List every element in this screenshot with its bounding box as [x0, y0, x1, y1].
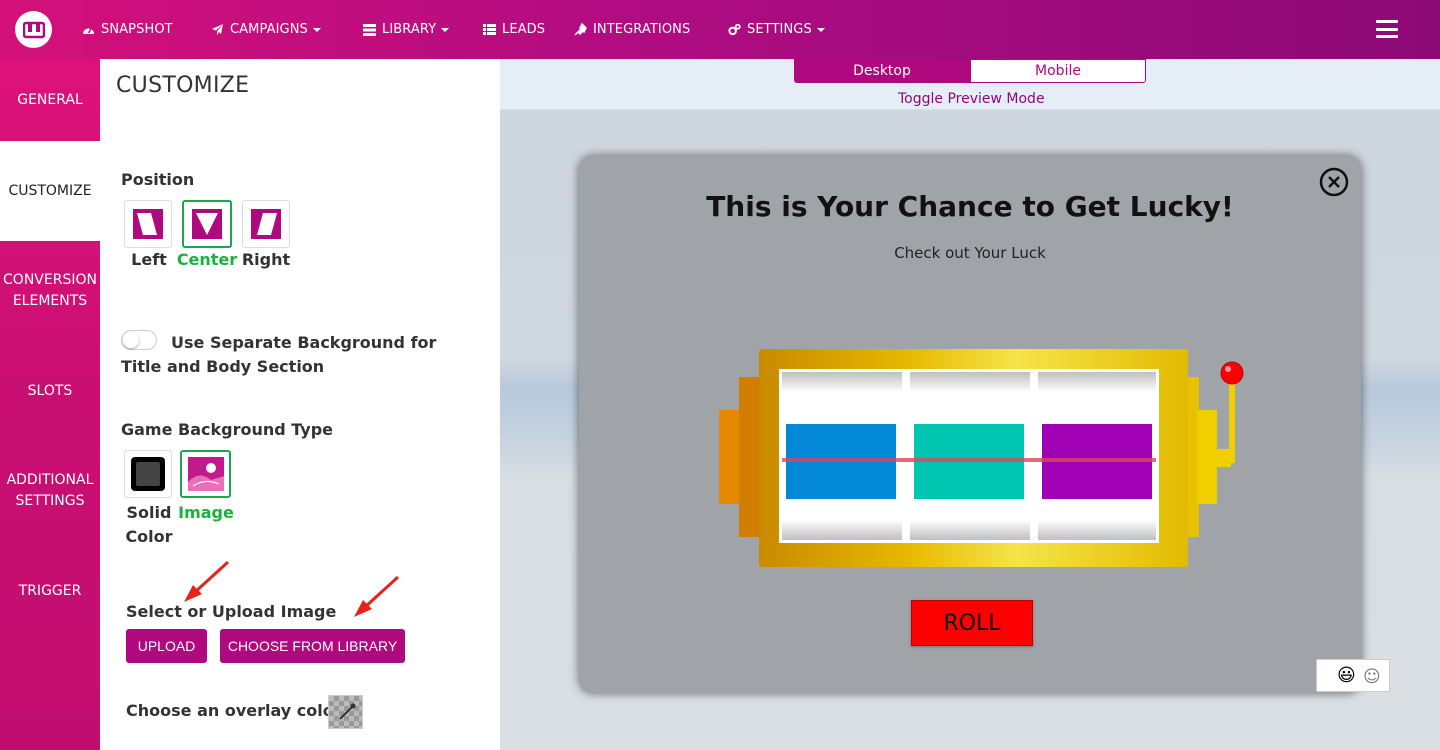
- panel-title: CUSTOMIZE: [116, 73, 250, 98]
- position-left-icon: [133, 209, 163, 239]
- smiley-icon: ☺: [1363, 667, 1381, 687]
- nav-snapshot[interactable]: SNAPSHOT: [82, 0, 173, 59]
- nav-settings-label: SETTINGS: [747, 22, 812, 37]
- tab-trigger-label: TRIGGER: [18, 582, 82, 599]
- nav-integrations-label: INTEGRATIONS: [593, 22, 691, 37]
- app-root: SNAPSHOT CAMPAIGNS LIBRARY LEADS INTEGRA…: [0, 0, 1440, 750]
- dashboard-icon: [82, 23, 95, 36]
- nav-integrations[interactable]: INTEGRATIONS: [574, 0, 690, 59]
- right-outer-bumper: [1197, 410, 1217, 504]
- nav-leads[interactable]: LEADS: [483, 0, 545, 59]
- top-navbar: SNAPSHOT CAMPAIGNS LIBRARY LEADS INTEGRA…: [0, 0, 1440, 59]
- nav-settings[interactable]: SETTINGS: [728, 0, 825, 59]
- nav-leads-label: LEADS: [502, 22, 546, 37]
- nav-campaigns[interactable]: CAMPAIGNS: [211, 0, 321, 59]
- tab-conversion-elements[interactable]: CONVERSION ELEMENTS: [0, 241, 100, 341]
- bg-solid-color-label: Solid Color: [125, 503, 173, 546]
- tab-customize[interactable]: CUSTOMIZE: [0, 141, 100, 241]
- hamburger-menu-icon[interactable]: [1376, 20, 1398, 38]
- smiley-plus-icon: 😃: [1337, 665, 1356, 686]
- slot-machine: [719, 349, 1244, 567]
- choose-from-library-button[interactable]: CHOOSE FROM LIBRARY: [220, 629, 405, 663]
- position-right-label: Right: [241, 250, 291, 269]
- close-icon[interactable]: [1319, 167, 1349, 197]
- tab-additional-settings[interactable]: ADDITIONAL SETTINGS: [0, 441, 100, 541]
- tab-slots[interactable]: SLOTS: [0, 341, 100, 441]
- nav-library[interactable]: LIBRARY: [363, 0, 450, 59]
- tab-customize-label: CUSTOMIZE: [8, 182, 92, 199]
- game-modal: This is Your Chance to Get Lucky! Check …: [579, 156, 1361, 693]
- tab-slots-label: SLOTS: [27, 382, 73, 399]
- preview-area: Desktop Mobile Toggle Preview Mode This …: [500, 59, 1440, 750]
- app-logo[interactable]: [15, 11, 52, 48]
- left-outer-bumper: [719, 410, 741, 504]
- game-subtitle: Check out Your Luck: [894, 244, 1046, 262]
- overlay-color-swatch[interactable]: [328, 695, 363, 729]
- background-type-label: Game Background Type: [121, 420, 334, 439]
- position-right-icon: [251, 209, 281, 239]
- separate-background-label: Use Separate Background for Title and Bo…: [121, 333, 437, 376]
- nav-snapshot-label: SNAPSHOT: [101, 22, 173, 37]
- position-left-option[interactable]: [124, 200, 172, 248]
- position-center-label: Center: [176, 250, 238, 269]
- chevron-down-icon: [441, 27, 450, 32]
- bg-image-label: Image: [178, 503, 234, 522]
- sidebar-tabs: GENERAL CUSTOMIZE CONVERSION ELEMENTS SL…: [0, 59, 100, 750]
- nav-campaigns-label: CAMPAIGNS: [230, 22, 308, 37]
- server-icon: [363, 23, 376, 36]
- nav-library-label: LIBRARY: [382, 22, 437, 37]
- red-arrow-annotation: [354, 575, 400, 617]
- customize-panel: CUSTOMIZE Position Left Center Right Use…: [100, 59, 500, 750]
- position-center-icon: [192, 209, 222, 239]
- lever-knob[interactable]: [1220, 361, 1244, 385]
- game-title: This is Your Chance to Get Lucky!: [706, 190, 1234, 223]
- tab-general-label: GENERAL: [17, 91, 83, 108]
- mobile-mode-button[interactable]: Mobile: [970, 59, 1146, 83]
- image-icon: [187, 457, 224, 491]
- paper-plane-icon: [211, 23, 224, 36]
- roll-button[interactable]: ROLL: [911, 600, 1033, 646]
- red-arrow-annotation: [184, 560, 230, 602]
- position-left-label: Left: [131, 250, 167, 269]
- chevron-down-icon: [312, 27, 321, 32]
- plug-icon: [574, 23, 587, 36]
- overlay-color-label: Choose an overlay color: [126, 701, 342, 720]
- tab-trigger[interactable]: TRIGGER: [0, 541, 100, 641]
- chevron-down-icon: [816, 27, 825, 32]
- position-center-option[interactable]: [182, 200, 232, 248]
- lever-base: [1215, 449, 1231, 467]
- tab-conversion-elements-label: CONVERSION ELEMENTS: [3, 272, 97, 309]
- cogs-icon: [728, 23, 741, 36]
- tab-general[interactable]: GENERAL: [0, 59, 100, 141]
- desktop-mode-button[interactable]: Desktop: [794, 59, 970, 83]
- bg-image-option[interactable]: [180, 450, 231, 498]
- bg-solid-color-option[interactable]: [124, 450, 172, 498]
- toggle-preview-mode-link[interactable]: Toggle Preview Mode: [898, 91, 1045, 107]
- position-label: Position: [121, 170, 195, 189]
- eyedropper-icon: [339, 703, 356, 720]
- list-icon: [483, 23, 496, 36]
- solid-color-icon: [131, 457, 165, 491]
- tab-additional-settings-label: ADDITIONAL SETTINGS: [6, 472, 94, 509]
- upload-button[interactable]: UPLOAD: [126, 629, 207, 663]
- lever-arm[interactable]: [1229, 379, 1235, 463]
- position-right-option[interactable]: [242, 200, 290, 248]
- emoji-picker-button[interactable]: 😃 ☺: [1316, 659, 1390, 692]
